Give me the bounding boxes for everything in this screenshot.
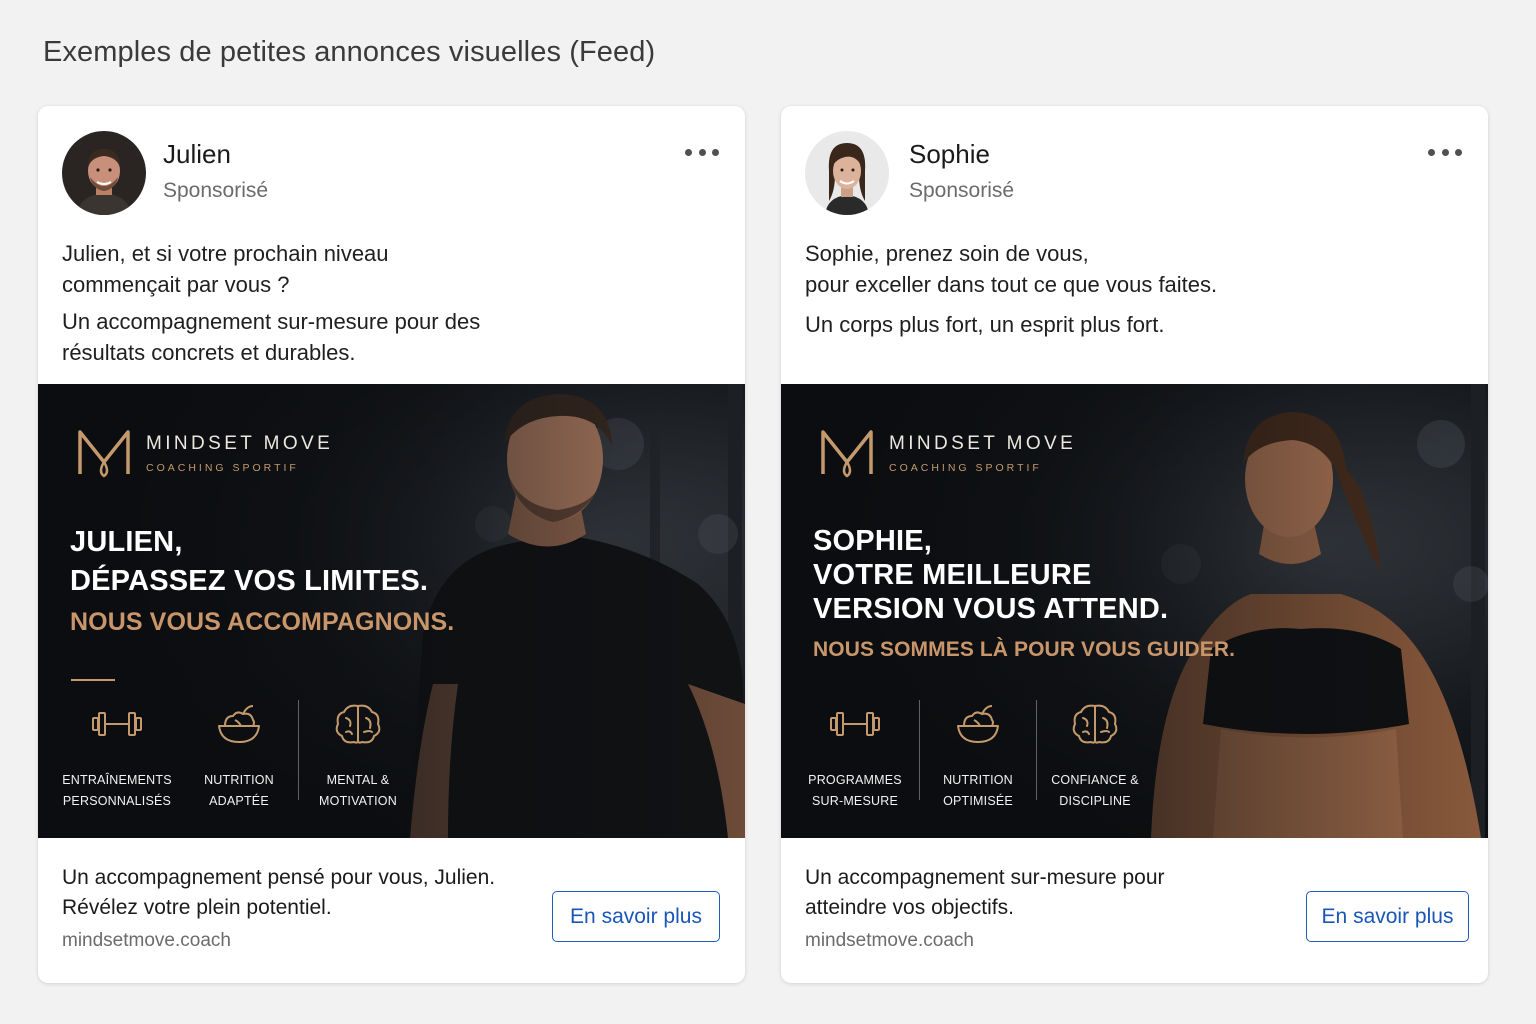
footer-line: Un accompagnement pensé pour vous, Julie… <box>62 866 496 889</box>
headline-line: DÉPASSEZ VOS LIMITES. <box>70 565 429 597</box>
brand-tagline: COACHING SPORTIF <box>889 461 1042 474</box>
learn-more-button[interactable]: En savoir plus <box>552 891 720 942</box>
page-title: Exemples de petites annonces visuelles (… <box>43 36 656 68</box>
dumbbell-icon <box>830 712 880 736</box>
footer-line: Révélez votre plein potentiel. <box>62 896 332 919</box>
brain-icon <box>1072 704 1118 744</box>
author-name[interactable]: Julien <box>163 139 231 170</box>
body-line: Un accompagnement sur-mesure pour des <box>62 309 481 334</box>
feature-divider <box>1036 700 1037 800</box>
more-options-icon[interactable] <box>1428 142 1462 162</box>
feature-item: ENTRAÎNEMENTS PERSONNALISÉS <box>62 702 172 812</box>
mindset-move-logo-icon <box>821 430 873 478</box>
ad-card-julien: Julien Sponsorisé Julien, et si votre pr… <box>38 106 745 983</box>
feature-item: PROGRAMMES SUR-MESURE <box>807 702 903 812</box>
brand-tagline: COACHING SPORTIF <box>146 461 299 474</box>
ad-body-text: Sophie, prenez soin de vous, pour excelle… <box>805 238 1217 340</box>
ad-banner-image[interactable]: MINDSET MOVE COACHING SPORTIF SOPHIE, VO… <box>781 384 1488 838</box>
brand-name: MINDSET MOVE <box>889 432 1077 454</box>
sponsored-label: Sponsorisé <box>909 179 1015 202</box>
mindset-move-logo-icon <box>78 430 130 478</box>
gold-divider <box>71 679 115 681</box>
headline-line: VERSION VOUS ATTEND. <box>813 593 1169 625</box>
feature-item: MENTAL & MOTIVATION <box>304 702 412 812</box>
ad-footer-headline: Un accompagnement pensé pour vous, Julie… <box>62 863 495 923</box>
ad-banner-image[interactable]: MINDSET MOVE COACHING SPORTIF JULIEN, DÉ… <box>38 384 745 838</box>
avatar[interactable] <box>62 131 146 215</box>
ad-body-text: Julien, et si votre prochain niveau comme… <box>62 238 480 368</box>
feature-item: CONFIANCE & DISCIPLINE <box>1043 702 1147 812</box>
body-line: commençait par vous ? <box>62 272 290 297</box>
feature-label: ADAPTÉE <box>209 794 269 808</box>
ad-footer-headline: Un accompagnement sur-mesure pour attein… <box>805 863 1165 923</box>
feature-label: PROGRAMMES <box>808 773 902 787</box>
avatar-photo <box>805 131 889 215</box>
banner-subhead: NOUS SOMMES LÀ POUR VOUS GUIDER. <box>813 638 1236 661</box>
avatar[interactable] <box>805 131 889 215</box>
headline-line: SOPHIE, <box>813 525 933 557</box>
banner-subhead: NOUS VOUS ACCOMPAGNONS. <box>70 608 455 636</box>
headline-line: JULIEN, <box>70 526 183 558</box>
feature-label: CONFIANCE & <box>1051 773 1139 787</box>
ad-domain: mindsetmove.coach <box>62 930 231 951</box>
sponsored-label: Sponsorisé <box>163 179 269 202</box>
body-line: Julien, et si votre prochain niveau <box>62 241 389 266</box>
feature-label: SUR-MESURE <box>811 794 899 808</box>
feature-label: NUTRITION <box>204 773 274 787</box>
feature-label: MOTIVATION <box>319 794 397 808</box>
feature-label: PERSONNALISÉS <box>62 794 172 808</box>
brand-logo: MINDSET MOVE COACHING SPORTIF <box>819 426 1076 480</box>
banner-headline: JULIEN, DÉPASSEZ VOS LIMITES. <box>70 524 428 600</box>
feature-item: NUTRITION ADAPTÉE <box>188 702 290 812</box>
feature-label: MENTAL & <box>326 773 390 787</box>
brain-icon <box>335 704 381 744</box>
footer-line: Un accompagnement sur-mesure pour <box>805 866 1165 889</box>
feature-divider <box>298 700 299 800</box>
learn-more-button[interactable]: En savoir plus <box>1306 891 1469 942</box>
feature-label: DISCIPLINE <box>1059 794 1131 808</box>
salad-bowl-icon <box>957 705 999 743</box>
avatar-photo <box>62 131 146 215</box>
brand-name: MINDSET MOVE <box>146 432 334 454</box>
body-line: Sophie, prenez soin de vous, <box>805 241 1089 266</box>
body-line: pour exceller dans tout ce que vous fait… <box>805 272 1218 297</box>
feature-divider <box>919 700 920 800</box>
footer-line: atteindre vos objectifs. <box>805 896 1014 919</box>
brand-logo: MINDSET MOVE COACHING SPORTIF <box>76 426 333 480</box>
ad-domain: mindsetmove.coach <box>805 930 974 951</box>
body-line: résultats concrets et durables. <box>62 340 356 365</box>
author-name[interactable]: Sophie <box>909 139 990 170</box>
ad-card-sophie: Sophie Sponsorisé Sophie, prenez soin de… <box>781 106 1488 983</box>
feature-label: OPTIMISÉE <box>943 794 1013 808</box>
feature-item: NUTRITION OPTIMISÉE <box>927 702 1029 812</box>
banner-headline: SOPHIE, VOTRE MEILLEURE VERSION VOUS ATT… <box>813 524 1168 626</box>
headline-line: VOTRE MEILLEURE <box>813 559 1092 591</box>
dumbbell-icon <box>92 712 142 736</box>
salad-bowl-icon <box>218 705 260 743</box>
more-options-icon[interactable] <box>685 142 719 162</box>
body-line: Un corps plus fort, un esprit plus fort. <box>805 312 1165 337</box>
feature-label: ENTRAÎNEMENTS <box>62 773 172 787</box>
feature-label: NUTRITION <box>943 773 1013 787</box>
